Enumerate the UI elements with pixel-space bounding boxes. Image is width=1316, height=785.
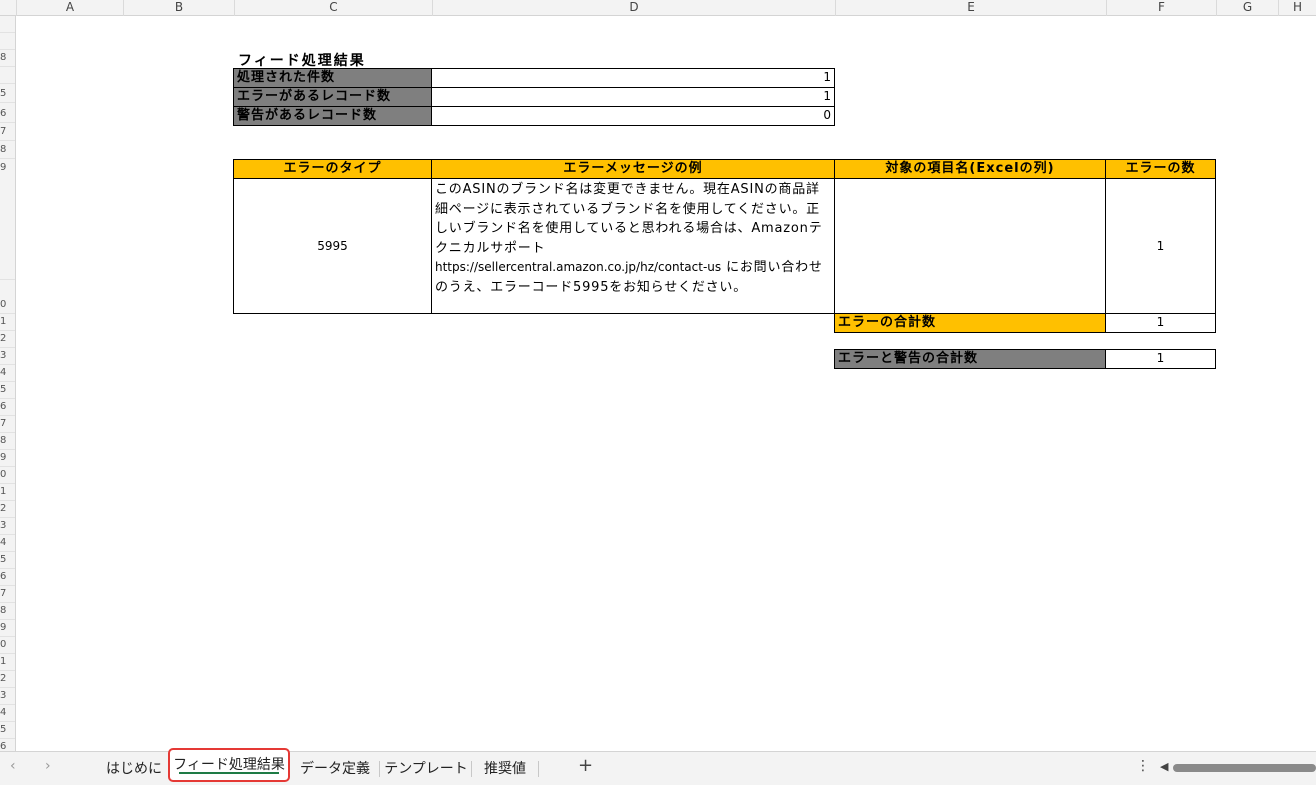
sheet-title: フィード処理結果 — [238, 53, 366, 69]
row-header[interactable]: 3 — [0, 348, 15, 365]
row-header[interactable]: 1 — [0, 654, 15, 671]
column-header-a[interactable]: A — [16, 0, 123, 16]
row-header[interactable]: 5 — [0, 722, 15, 739]
row-header[interactable]: 5 — [0, 86, 15, 103]
row-header[interactable]: 9 — [0, 160, 15, 280]
column-header-b[interactable]: B — [123, 0, 234, 16]
row-header[interactable]: 6 — [0, 569, 15, 586]
horizontal-scrollbar-thumb[interactable] — [1173, 764, 1316, 772]
total-errors-warnings-label[interactable]: エラーと警告の合計数 — [834, 349, 1106, 369]
error-records-value[interactable]: 1 — [431, 87, 835, 107]
row-header[interactable]: 3 — [0, 518, 15, 535]
column-header-c[interactable]: C — [234, 0, 432, 16]
row-header[interactable]: 9 — [0, 620, 15, 637]
column-header-f[interactable]: F — [1106, 0, 1216, 16]
row-header[interactable]: 9 — [0, 450, 15, 467]
row-header[interactable]: 6 — [0, 106, 15, 123]
column-header-d[interactable]: D — [432, 0, 835, 16]
row-header[interactable]: 6 — [0, 399, 15, 416]
tab-data-definitions[interactable]: データ定義 — [296, 756, 374, 782]
row-header[interactable]: 4 — [0, 535, 15, 552]
warning-records-value[interactable]: 0 — [431, 106, 835, 126]
row-header[interactable]: 2 — [0, 501, 15, 518]
column-header-g[interactable]: G — [1216, 0, 1278, 16]
row-header[interactable] — [0, 67, 15, 84]
tab-recommended-values[interactable]: 推奨値 — [476, 756, 534, 782]
row-header[interactable] — [0, 16, 15, 33]
column-header-strip: A B C D E F G H — [0, 0, 1316, 16]
row-header[interactable]: 8 — [0, 433, 15, 450]
row-header[interactable]: 5 — [0, 552, 15, 569]
row-header[interactable]: 2 — [0, 331, 15, 348]
tab-divider — [471, 761, 472, 777]
error-type-cell[interactable]: 5995 — [233, 178, 432, 314]
error-message-text: このASINのブランド名は変更できません。現在ASINの商品詳細ページに表示され… — [435, 182, 823, 256]
error-records-label[interactable]: エラーがあるレコード数 — [233, 87, 432, 107]
target-field-cell[interactable] — [834, 178, 1106, 314]
scroll-left-icon[interactable]: ◀ — [1160, 760, 1168, 773]
column-header-h[interactable]: H — [1278, 0, 1316, 16]
row-header[interactable]: 8 — [0, 142, 15, 159]
row-header[interactable]: 8 — [0, 50, 15, 67]
row-header[interactable]: 0 — [0, 297, 15, 314]
error-type-header[interactable]: エラーのタイプ — [233, 159, 432, 179]
row-header[interactable]: 1 — [0, 484, 15, 501]
tab-intro[interactable]: はじめに — [104, 756, 164, 782]
tab-divider — [379, 761, 380, 777]
row-header[interactable]: 2 — [0, 671, 15, 688]
row-header[interactable]: 4 — [0, 705, 15, 722]
error-message-header[interactable]: エラーメッセージの例 — [431, 159, 835, 179]
processed-count-label[interactable]: 処理された件数 — [233, 68, 432, 88]
row-header[interactable]: 3 — [0, 688, 15, 705]
chevron-left-icon[interactable]: ‹ — [10, 758, 16, 774]
row-header[interactable]: 0 — [0, 467, 15, 484]
target-field-header[interactable]: 対象の項目名(Excelの列) — [834, 159, 1106, 179]
error-count-cell[interactable]: 1 — [1105, 178, 1216, 314]
contact-url-text: https://sellercentral.amazon.co.jp/hz/co… — [435, 260, 722, 274]
row-header[interactable]: 6 — [0, 739, 15, 751]
row-header[interactable]: 8 — [0, 603, 15, 620]
error-count-header[interactable]: エラーの数 — [1105, 159, 1216, 179]
processed-count-value[interactable]: 1 — [431, 68, 835, 88]
active-tab-underline — [179, 772, 279, 774]
row-header[interactable]: 7 — [0, 416, 15, 433]
row-header[interactable] — [0, 33, 15, 50]
sheet-tab-bar: ‹ › はじめに フィード処理結果 データ定義 テンプレート 推奨値 + ⋮ ◀ — [0, 748, 1316, 785]
row-header[interactable]: 7 — [0, 124, 15, 141]
total-errors-value[interactable]: 1 — [1105, 313, 1216, 333]
tab-feed-results-label: フィード処理結果 — [173, 757, 285, 773]
chevron-right-icon[interactable]: › — [45, 758, 51, 774]
tab-feed-results[interactable]: フィード処理結果 — [168, 748, 290, 782]
row-header[interactable]: 0 — [0, 637, 15, 654]
row-header[interactable]: 4 — [0, 365, 15, 382]
tab-template[interactable]: テンプレート — [384, 756, 468, 782]
warning-records-label[interactable]: 警告があるレコード数 — [233, 106, 432, 126]
tab-divider — [538, 761, 539, 777]
total-errors-warnings-value[interactable]: 1 — [1105, 349, 1216, 369]
row-header-strip: 8 5 6 7 8 9 0 1 2 3 4 5 6 7 8 9 0 1 2 3 … — [0, 16, 16, 751]
total-errors-label[interactable]: エラーの合計数 — [834, 313, 1106, 333]
row-header[interactable]: 5 — [0, 382, 15, 399]
add-sheet-icon[interactable]: + — [578, 755, 593, 776]
row-header[interactable]: 7 — [0, 586, 15, 603]
more-options-icon[interactable]: ⋮ — [1136, 758, 1150, 774]
row-header[interactable]: 1 — [0, 314, 15, 331]
error-message-cell[interactable]: このASINのブランド名は変更できません。現在ASINの商品詳細ページに表示され… — [431, 178, 835, 314]
column-header-e[interactable]: E — [835, 0, 1106, 16]
